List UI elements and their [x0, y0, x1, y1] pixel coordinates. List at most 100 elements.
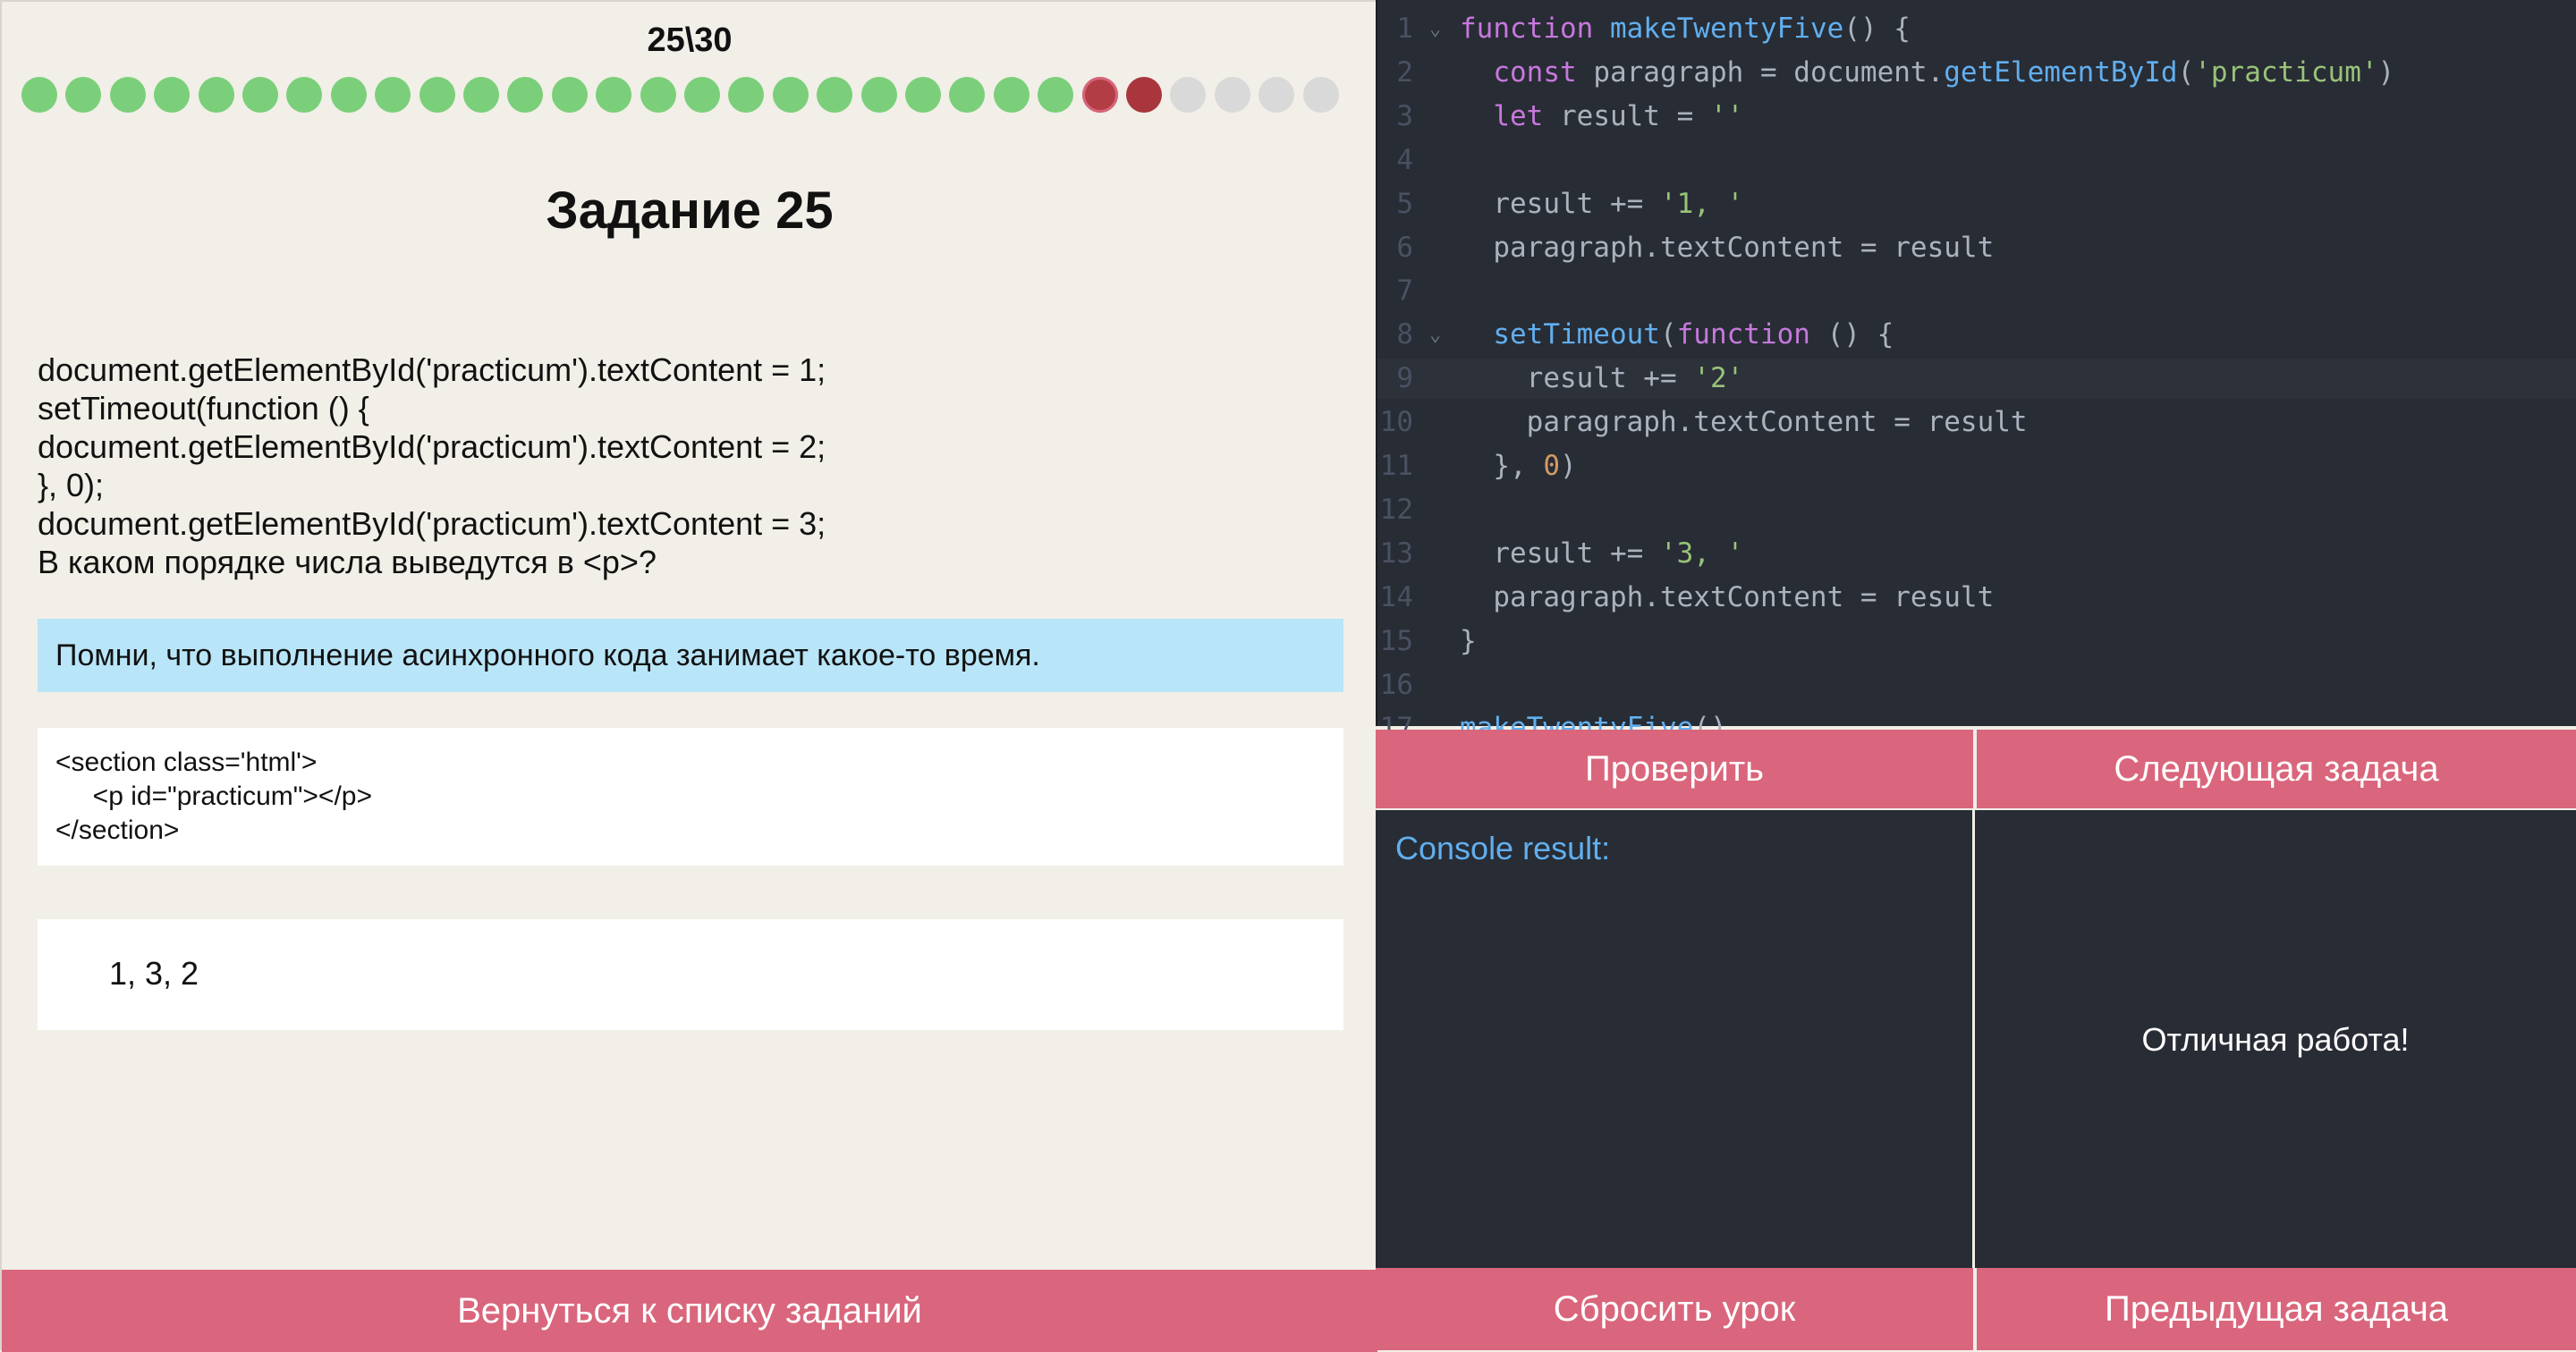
code-line[interactable]: 9 result += '2' [1377, 359, 2576, 399]
back-to-tasks-button[interactable]: Вернуться к списку заданий [2, 1270, 1377, 1352]
progress-dot-27[interactable] [1170, 77, 1206, 113]
progress-dot-7[interactable] [286, 77, 322, 113]
line-number: 4 [1396, 144, 1413, 176]
progress-dot-16[interactable] [684, 77, 720, 113]
code-line[interactable]: 16 [1377, 665, 2576, 706]
line-number: 1 [1396, 13, 1413, 45]
code-line[interactable]: 7 [1377, 271, 2576, 311]
progress-dot-26[interactable] [1126, 77, 1162, 113]
code-line[interactable]: 4 [1377, 140, 2576, 181]
code-token: setTimeout [1493, 318, 1660, 351]
progress-dot-11[interactable] [463, 77, 499, 113]
progress-dot-20[interactable] [861, 77, 897, 113]
progress-dot-6[interactable] [242, 77, 278, 113]
line-number: 12 [1379, 494, 1413, 526]
task-panel: 25\30 Задание 25 document.getElementById… [0, 0, 1377, 1352]
code-editor[interactable]: 1 ⌄ function makeTwentyFive() {2 const par… [1376, 0, 2576, 744]
code-token: } [1460, 625, 1477, 657]
fold-chevron-icon[interactable]: ⌄ [1429, 9, 1441, 49]
task-line: document.getElementById('practicum').tex… [38, 351, 826, 388]
line-number: 3 [1396, 100, 1413, 132]
progress-dot-8[interactable] [331, 77, 367, 113]
code-token: paragraph = document. [1576, 56, 1945, 89]
progress-dot-4[interactable] [154, 77, 190, 113]
progress-dot-28[interactable] [1215, 77, 1250, 113]
progress-dot-15[interactable] [640, 77, 676, 113]
code-line[interactable]: 3 let result = '' [1377, 97, 2576, 137]
code-token: () { [1809, 318, 1894, 351]
code-token: result += [1460, 362, 1694, 394]
reset-lesson-button[interactable]: Сбросить урок [1376, 1268, 1973, 1350]
code-token: getElementById [1944, 56, 2178, 89]
console-label: Console result: [1395, 830, 1611, 866]
fold-chevron-icon[interactable]: ⌄ [1429, 315, 1441, 355]
progress-dot-1[interactable] [21, 77, 57, 113]
progress-dot-5[interactable] [199, 77, 234, 113]
check-button[interactable]: Проверить [1376, 730, 1973, 808]
code-token: paragraph.textContent = result [1460, 581, 1995, 613]
line-number: 8 [1396, 318, 1413, 351]
code-token: '1, ' [1659, 188, 1744, 220]
html-line: <p id="practicum"></p> [55, 782, 372, 811]
progress-dot-14[interactable] [596, 77, 631, 113]
code-token: '2' [1693, 362, 1744, 394]
code-token: ) [1560, 450, 1577, 482]
next-task-button[interactable]: Следующая задача [1977, 730, 2576, 808]
code-token: ( [1659, 318, 1677, 351]
progress-dot-9[interactable] [375, 77, 411, 113]
code-line[interactable]: 15} [1377, 621, 2576, 662]
progress-dot-21[interactable] [905, 77, 941, 113]
task-line: }, 0); [38, 467, 105, 503]
code-token: ( [2177, 56, 2195, 89]
code-line[interactable]: 2 const paragraph = document.getElementB… [1377, 53, 2576, 93]
progress-dot-18[interactable] [773, 77, 809, 113]
code-line[interactable]: 14 paragraph.textContent = result [1377, 578, 2576, 618]
code-line[interactable]: 10 paragraph.textContent = result [1377, 402, 2576, 443]
code-token: result += [1460, 537, 1660, 570]
code-text: paragraph.textContent = result [1460, 228, 1994, 268]
html-line: <section class='html'> [55, 748, 318, 777]
answer-text: 1, 3, 2 [109, 955, 199, 992]
code-line[interactable]: 5 result += '1, ' [1377, 184, 2576, 224]
prev-task-button[interactable]: Предыдущая задача [1977, 1268, 2576, 1350]
code-token: '3, ' [1659, 537, 1744, 570]
code-text: setTimeout(function () { [1460, 315, 1894, 355]
code-text: let result = '' [1460, 97, 1743, 137]
code-line[interactable]: 1 ⌄ function makeTwentyFive() { [1377, 9, 2576, 49]
code-token: '' [1709, 100, 1744, 132]
code-token: function [1676, 318, 1810, 351]
code-token: let [1493, 100, 1544, 132]
code-line[interactable]: 11 }, 0) [1377, 446, 2576, 486]
code-token: }, [1460, 450, 1544, 482]
progress-dot-22[interactable] [949, 77, 985, 113]
line-number: 15 [1379, 625, 1413, 657]
line-number: 13 [1379, 537, 1413, 570]
code-text: result += '1, ' [1460, 184, 1743, 224]
progress-dot-12[interactable] [507, 77, 543, 113]
code-text: const paragraph = document.getElementByI… [1460, 53, 2394, 93]
progress-dot-25[interactable] [1082, 77, 1118, 113]
line-number: 9 [1396, 362, 1413, 394]
progress-dot-2[interactable] [65, 77, 101, 113]
code-token: makeTwentyFive [1609, 13, 1844, 45]
task-line: document.getElementById('practicum').tex… [38, 505, 826, 542]
code-line[interactable]: 12 [1377, 490, 2576, 530]
answer-box[interactable]: 1, 3, 2 [38, 919, 1343, 1030]
progress-dot-23[interactable] [994, 77, 1030, 113]
code-line[interactable]: 8 ⌄ setTimeout(function () { [1377, 315, 2576, 355]
code-token: () { [1843, 13, 1911, 45]
code-line[interactable]: 6 paragraph.textContent = result [1377, 228, 2576, 268]
progress-dot-29[interactable] [1258, 77, 1294, 113]
code-text: result += '3, ' [1460, 534, 1743, 574]
code-token: result += [1460, 188, 1660, 220]
code-line[interactable]: 13 result += '3, ' [1377, 534, 2576, 574]
progress-dot-30[interactable] [1303, 77, 1339, 113]
progress-dot-17[interactable] [728, 77, 764, 113]
line-number: 10 [1379, 406, 1413, 438]
progress-dot-19[interactable] [817, 77, 852, 113]
progress-dot-10[interactable] [419, 77, 455, 113]
progress-dot-13[interactable] [552, 77, 588, 113]
progress-dot-3[interactable] [110, 77, 146, 113]
progress-dot-24[interactable] [1038, 77, 1073, 113]
